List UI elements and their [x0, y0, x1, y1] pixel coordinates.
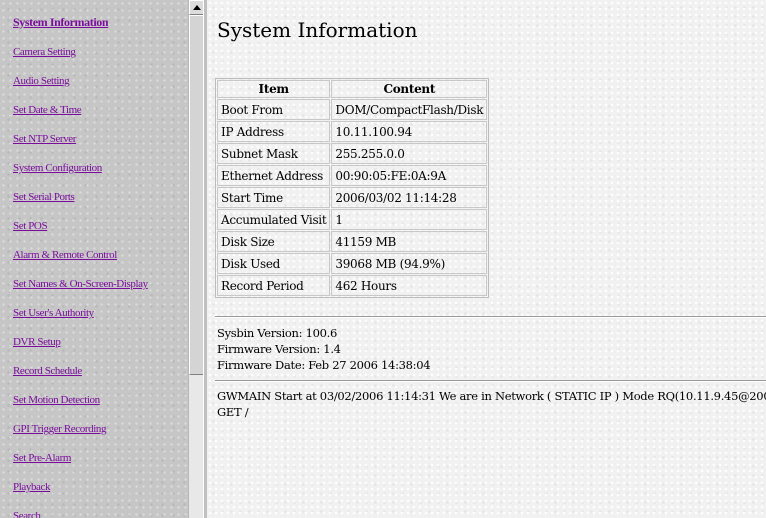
table-row: Record Period 462 Hours: [217, 275, 488, 296]
nav-item-set-ntp-server[interactable]: Set NTP Server: [13, 127, 76, 146]
page-title: System Information: [217, 18, 418, 42]
nav-link-set-motion-detection[interactable]: Set Motion Detection: [13, 394, 100, 406]
divider: [215, 380, 766, 382]
nav-item-set-motion-detection[interactable]: Set Motion Detection: [13, 388, 100, 407]
nav-link-gpi-trigger-recording[interactable]: GPI Trigger Recording: [13, 423, 106, 435]
nav-link-system-configuration[interactable]: System Configuration: [13, 162, 102, 174]
cell-item: Boot From: [217, 99, 331, 120]
nav-item-alarm-remote-control[interactable]: Alarm & Remote Control: [13, 243, 117, 262]
nav-item-set-date-time[interactable]: Set Date & Time: [13, 98, 82, 117]
nav-link-set-pre-alarm[interactable]: Set Pre-Alarm: [13, 452, 71, 464]
cell-content: 41159 MB: [331, 231, 488, 252]
nav-item-set-names-osd[interactable]: Set Names & On-Screen-Display: [13, 272, 148, 291]
nav-item-audio-setting[interactable]: Audio Setting: [13, 69, 70, 88]
nav-item-dvr-setup[interactable]: DVR Setup: [13, 330, 61, 349]
cell-item: IP Address: [217, 121, 331, 142]
cell-content: 2006/03/02 11:14:28: [331, 187, 488, 208]
main-frame: System Information Item Content Boot Fro…: [207, 0, 766, 518]
nav-link-set-names-osd[interactable]: Set Names & On-Screen-Display: [13, 278, 148, 290]
nav-item-system-configuration[interactable]: System Configuration: [13, 156, 102, 175]
divider: [215, 316, 766, 318]
log-line: GET /: [217, 405, 249, 419]
nav-item-set-users-authority[interactable]: Set User's Authority: [13, 301, 94, 320]
nav-link-alarm-remote-control[interactable]: Alarm & Remote Control: [13, 249, 117, 261]
cell-content: 462 Hours: [331, 275, 488, 296]
table-row: Disk Size 41159 MB: [217, 231, 488, 252]
nav-link-set-pos[interactable]: Set POS: [13, 220, 48, 232]
nav-frame: System Information Camera Setting Audio …: [0, 0, 188, 518]
firmware-date: Firmware Date: Feb 27 2006 14:38:04: [217, 358, 431, 372]
nav-link-camera-setting[interactable]: Camera Setting: [13, 46, 76, 58]
cell-item: Disk Used: [217, 253, 331, 274]
log-line: GWMAIN Start at 03/02/2006 11:14:31 We a…: [217, 389, 766, 403]
column-header-item: Item: [217, 80, 331, 98]
nav-item-record-schedule[interactable]: Record Schedule: [13, 359, 82, 378]
nav-item-camera-setting[interactable]: Camera Setting: [13, 40, 76, 59]
nav-link-dvr-setup[interactable]: DVR Setup: [13, 336, 61, 348]
cell-item: Disk Size: [217, 231, 331, 252]
table-row: Disk Used 39068 MB (94.9%): [217, 253, 488, 274]
cell-content: 255.255.0.0: [331, 143, 488, 164]
nav-item-playback[interactable]: Playback: [13, 475, 51, 494]
cell-content: 1: [331, 209, 488, 230]
cell-item: Record Period: [217, 275, 331, 296]
nav-link-playback[interactable]: Playback: [13, 481, 51, 493]
nav-link-system-information[interactable]: System Information: [13, 15, 109, 29]
table-row: IP Address 10.11.100.94: [217, 121, 488, 142]
nav-item-set-serial-ports[interactable]: Set Serial Ports: [13, 185, 75, 204]
nav-link-record-schedule[interactable]: Record Schedule: [13, 365, 82, 377]
firmware-version: Firmware Version: 1.4: [217, 342, 341, 356]
sysbin-version: Sysbin Version: 100.6: [217, 326, 337, 340]
nav-item-gpi-trigger-recording[interactable]: GPI Trigger Recording: [13, 417, 106, 436]
cell-content: DOM/CompactFlash/Disk: [331, 99, 488, 120]
nav-link-set-date-time[interactable]: Set Date & Time: [13, 104, 82, 116]
table-row: Subnet Mask 255.255.0.0: [217, 143, 488, 164]
cell-content: 39068 MB (94.9%): [331, 253, 488, 274]
nav-item-search[interactable]: Search: [13, 504, 41, 518]
scroll-up-arrow-icon[interactable]: [189, 0, 204, 15]
column-header-content: Content: [331, 80, 488, 98]
nav-link-set-serial-ports[interactable]: Set Serial Ports: [13, 191, 75, 203]
nav-link-audio-setting[interactable]: Audio Setting: [13, 75, 70, 87]
table-row: Boot From DOM/CompactFlash/Disk: [217, 99, 488, 120]
nav-item-set-pos[interactable]: Set POS: [13, 214, 48, 233]
nav-link-set-users-authority[interactable]: Set User's Authority: [13, 307, 94, 319]
cell-item: Subnet Mask: [217, 143, 331, 164]
cell-content: 00:90:05:FE:0A:9A: [331, 165, 488, 186]
nav-item-set-pre-alarm[interactable]: Set Pre-Alarm: [13, 446, 71, 465]
nav-item-system-information[interactable]: System Information: [13, 11, 109, 30]
table-header-row: Item Content: [217, 80, 488, 98]
cell-content: 10.11.100.94: [331, 121, 488, 142]
system-info-table: Item Content Boot From DOM/CompactFlash/…: [215, 78, 490, 298]
table-row: Start Time 2006/03/02 11:14:28: [217, 187, 488, 208]
nav-scrollbar[interactable]: [188, 0, 204, 518]
nav-link-set-ntp-server[interactable]: Set NTP Server: [13, 133, 76, 145]
cell-item: Start Time: [217, 187, 331, 208]
table-row: Accumulated Visit 1: [217, 209, 488, 230]
cell-item: Accumulated Visit: [217, 209, 331, 230]
nav-link-search[interactable]: Search: [13, 510, 41, 518]
table-row: Ethernet Address 00:90:05:FE:0A:9A: [217, 165, 488, 186]
cell-item: Ethernet Address: [217, 165, 331, 186]
scroll-thumb[interactable]: [189, 15, 204, 375]
